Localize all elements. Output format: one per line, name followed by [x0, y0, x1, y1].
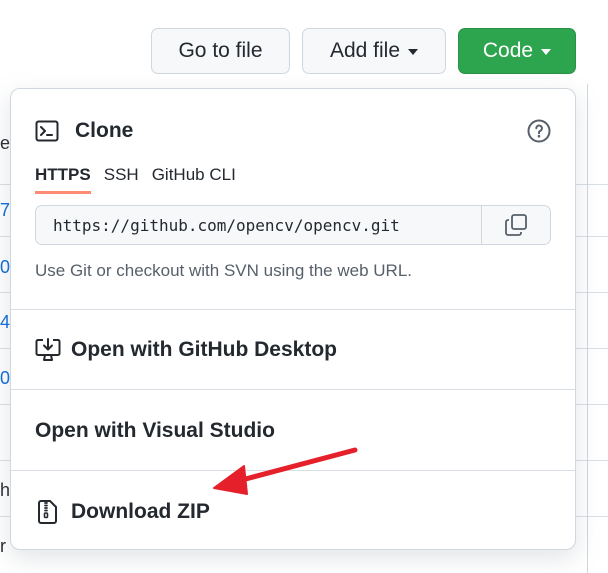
divider	[11, 389, 575, 390]
chevron-down-icon	[408, 49, 419, 55]
file-row-fragment[interactable]: 0	[0, 368, 10, 389]
copy-icon	[505, 214, 527, 236]
tab-https[interactable]: HTTPS	[35, 165, 91, 194]
clone-hint: Use Git or checkout with SVN using the w…	[35, 261, 412, 280]
terminal-icon	[35, 120, 59, 142]
question-circle-icon[interactable]	[527, 119, 551, 143]
divider	[11, 309, 575, 310]
add-file-button[interactable]: Add file	[302, 28, 446, 74]
go-to-file-label: Go to file	[178, 39, 263, 62]
file-row-fragment[interactable]: 0	[0, 257, 10, 278]
file-zip-icon	[38, 500, 57, 524]
clone-url-input[interactable]: https://github.com/opencv/opencv.git	[36, 206, 481, 244]
divider	[11, 470, 575, 471]
code-button[interactable]: Code	[458, 28, 576, 74]
content-border	[587, 84, 588, 573]
open-visual-studio-label: Open with Visual Studio	[35, 419, 275, 442]
clone-tabs: HTTPS SSH GitHub CLI	[35, 165, 236, 194]
clone-url-field[interactable]: https://github.com/opencv/opencv.git	[35, 205, 551, 245]
code-label: Code	[482, 39, 534, 62]
add-file-label: Add file	[329, 39, 401, 62]
open-visual-studio-item[interactable]: Open with Visual Studio	[35, 419, 275, 443]
go-to-file-button[interactable]: Go to file	[151, 28, 290, 74]
tab-github-cli[interactable]: GitHub CLI	[152, 165, 236, 194]
file-row-fragment: h	[0, 480, 11, 500]
clone-title: Clone	[75, 119, 134, 142]
download-zip-item[interactable]: Download ZIP	[35, 499, 210, 525]
desktop-download-icon	[35, 338, 61, 361]
open-github-desktop-label: Open with GitHub Desktop	[71, 338, 337, 361]
clone-header: Clone	[35, 119, 133, 143]
file-row-fragment: r	[0, 536, 6, 556]
code-dropdown: Clone HTTPS SSH GitHub CLI https://githu…	[10, 88, 576, 550]
file-row-fragment[interactable]: 7	[0, 200, 10, 221]
download-zip-label: Download ZIP	[71, 500, 210, 523]
file-row-fragment: e	[0, 133, 11, 153]
chevron-down-icon	[541, 49, 552, 55]
tab-ssh[interactable]: SSH	[104, 165, 139, 194]
file-row-fragment[interactable]: 4	[0, 312, 10, 333]
open-github-desktop-item[interactable]: Open with GitHub Desktop	[35, 337, 337, 363]
copy-url-button[interactable]	[481, 206, 550, 244]
